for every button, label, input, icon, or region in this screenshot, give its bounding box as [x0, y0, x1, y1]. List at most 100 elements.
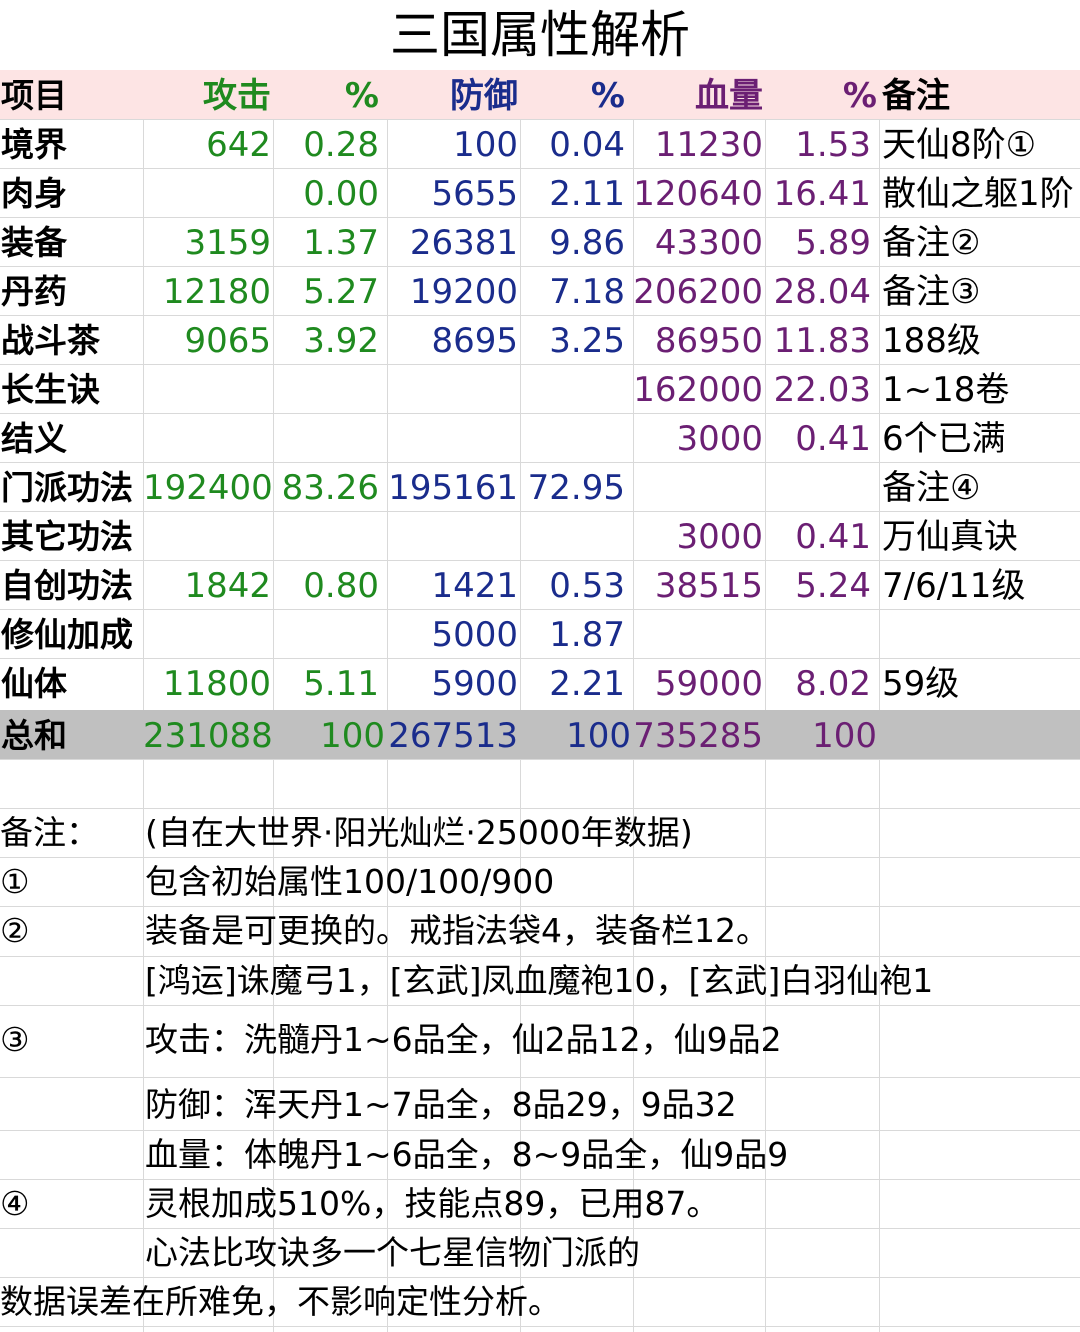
row-attack-pct [273, 511, 387, 560]
note-text: (自在大世界·阳光灿烂·25000年数据) [145, 813, 693, 852]
row-defense [387, 511, 520, 560]
row-attack: 1842 [184, 566, 271, 606]
header-defense-pct: % [590, 76, 625, 116]
total-remark [879, 710, 1080, 759]
header-hp-pct: % [842, 76, 877, 116]
row-attack-pct [273, 609, 387, 658]
row-item: 战斗茶 [1, 321, 100, 360]
row-defense [387, 364, 520, 413]
row-attack-pct [273, 364, 387, 413]
row-defense-pct: 0.04 [549, 125, 625, 165]
row-remark [879, 609, 1080, 658]
total-label: 总和 [1, 716, 67, 755]
row-attack [143, 511, 273, 560]
row-defense: 100 [453, 125, 518, 165]
row-hp-pct: 0.41 [795, 517, 871, 557]
row-remark: 6个已满 [882, 419, 1006, 459]
row-remark: 万仙真诀 [882, 517, 1018, 557]
note-text: 装备是可更换的。戒指法袋4，装备栏12。 [145, 911, 769, 950]
grid-row-line [0, 759, 1080, 760]
row-hp: 86950 [654, 321, 763, 361]
row-defense-pct [520, 364, 633, 413]
note-label: ② [0, 911, 30, 950]
row-defense: 5900 [431, 664, 518, 704]
row-hp-pct [765, 609, 879, 658]
note-label: ④ [0, 1184, 30, 1223]
row-defense-pct [520, 413, 633, 462]
row-remark: 备注② [882, 223, 981, 263]
row-hp: 162000 [633, 370, 763, 410]
row-remark: 188级 [882, 321, 981, 361]
row-hp: 3000 [676, 517, 763, 557]
row-attack-pct: 3.92 [303, 321, 379, 361]
row-item: 肉身 [1, 174, 67, 213]
row-remark: 天仙8阶① [882, 125, 1037, 165]
row-attack: 642 [206, 125, 271, 165]
note-label: ③ [0, 1020, 30, 1059]
row-defense: 8695 [431, 321, 518, 361]
row-attack: 192400 [143, 468, 273, 508]
row-item: 境界 [1, 125, 67, 164]
row-defense-pct: 72.95 [527, 468, 625, 508]
note-text: 包含初始属性100/100/900 [145, 862, 555, 901]
table-row: 其它功法 3000 0.41 万仙真诀 [0, 511, 1080, 560]
row-defense: 19200 [409, 272, 518, 312]
row-defense: 195161 [388, 468, 518, 508]
row-hp-pct [765, 462, 879, 511]
header-item: 项目 [1, 76, 67, 115]
grid-row-line [0, 1005, 1080, 1006]
row-attack-pct [273, 413, 387, 462]
header-attack: 攻击 [203, 76, 271, 116]
note-text: 血量：体魄丹1~6品全，8~9品全，仙9品9 [145, 1135, 789, 1174]
header-remark: 备注 [882, 76, 950, 116]
row-hp-pct: 8.02 [795, 664, 871, 704]
row-attack: 12180 [162, 272, 271, 312]
row-attack-pct: 0.00 [303, 174, 379, 214]
grid-row-line [0, 1077, 1080, 1078]
note-label: 备注： [0, 813, 99, 852]
row-defense-pct: 0.53 [549, 566, 625, 606]
row-item: 自创功法 [1, 566, 133, 605]
header-attack-pct: % [344, 76, 379, 116]
row-attack: 3159 [184, 223, 271, 263]
row-item: 丹药 [1, 272, 67, 311]
row-hp-pct: 28.04 [773, 272, 871, 312]
table-row: 肉身 0.00 5655 2.11 120640 16.41 散仙之躯1阶 [0, 168, 1080, 217]
total-attack: 231088 [143, 716, 273, 756]
total-attack-pct: 100 [320, 716, 385, 756]
total-hp-pct: 100 [812, 716, 877, 756]
table-row: 仙体 11800 5.11 5900 2.21 59000 8.02 59级 [0, 658, 1080, 707]
row-hp-pct: 16.41 [773, 174, 871, 214]
row-hp [633, 462, 765, 511]
note-label: 数据误差在所难免，不影响定性分析。 [0, 1282, 561, 1321]
row-remark: 7/6/11级 [882, 566, 1026, 606]
table-row: 战斗茶 9065 3.92 8695 3.25 86950 11.83 188级 [0, 315, 1080, 364]
row-defense [387, 413, 520, 462]
row-defense-pct: 3.25 [549, 321, 625, 361]
row-remark: 备注④ [882, 468, 981, 508]
table-row: 自创功法 1842 0.80 1421 0.53 38515 5.24 7/6/… [0, 560, 1080, 609]
row-defense-pct: 7.18 [549, 272, 625, 312]
row-hp-pct: 11.83 [773, 321, 871, 361]
note-text: [鸿运]诛魔弓1，[玄武]凤血魔袍10，[玄武]白羽仙袍1 [145, 961, 934, 1000]
row-attack-pct: 0.28 [303, 125, 379, 165]
row-defense-pct: 9.86 [549, 223, 625, 263]
row-remark: 散仙之躯1阶 [882, 174, 1074, 214]
note-text: 心法比攻诀多一个七星信物门派的 [145, 1233, 640, 1272]
row-hp-pct: 5.24 [795, 566, 871, 606]
row-hp-pct: 5.89 [795, 223, 871, 263]
row-hp: 38515 [654, 566, 763, 606]
table-row: 境界 642 0.28 100 0.04 11230 1.53 天仙8阶① [0, 119, 1080, 168]
row-defense: 5000 [431, 615, 518, 655]
row-attack-pct: 0.80 [303, 566, 379, 606]
note-text: 攻击：洗髓丹1~6品全，仙2品12，仙9品2 [145, 1020, 782, 1059]
row-defense: 5655 [431, 174, 518, 214]
note-text: 灵根加成510%，技能点89，已用87。 [145, 1184, 720, 1223]
row-item: 装备 [1, 223, 67, 262]
table-row: 装备 3159 1.37 26381 9.86 43300 5.89 备注② [0, 217, 1080, 266]
table-row: 丹药 12180 5.27 19200 7.18 206200 28.04 备注… [0, 266, 1080, 315]
total-defense-pct: 100 [566, 716, 631, 756]
row-hp-pct: 1.53 [795, 125, 871, 165]
header-hp: 血量 [695, 76, 763, 116]
row-attack [143, 413, 273, 462]
